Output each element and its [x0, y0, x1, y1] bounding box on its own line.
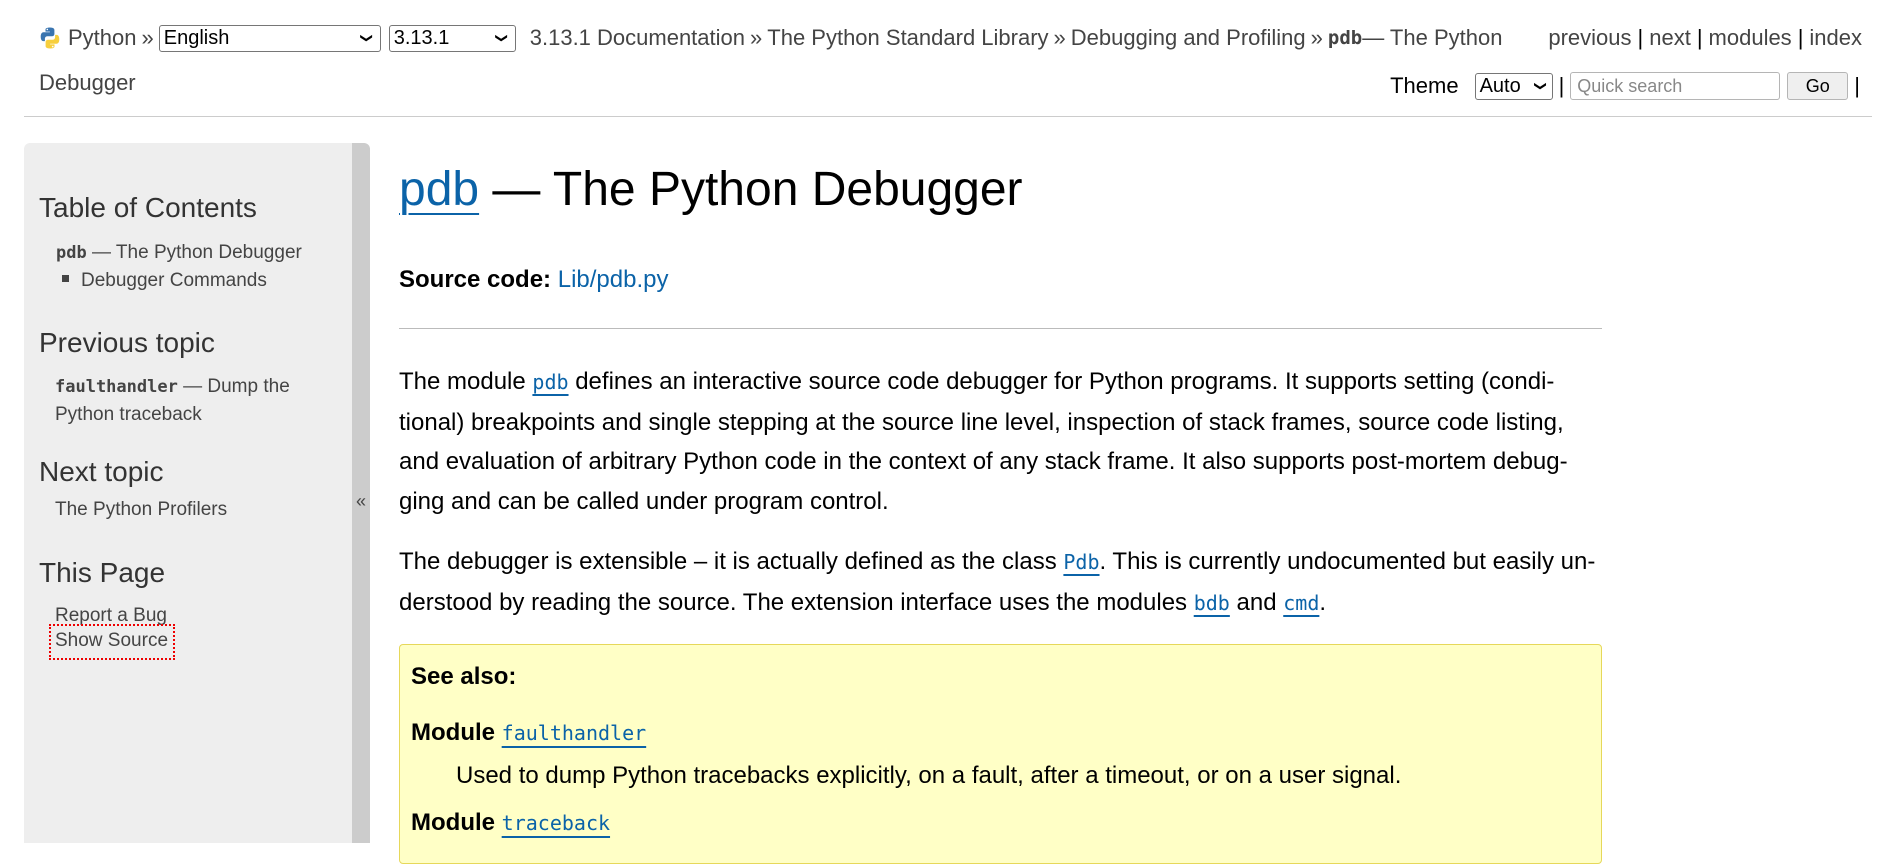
- breadcrumb-current-title-wrap: Debugger: [39, 70, 136, 95]
- next-topic-link[interactable]: The Python Profilers: [55, 499, 227, 521]
- pdb-class-link[interactable]: Pdb: [1063, 550, 1099, 574]
- header-divider: [24, 116, 1872, 117]
- nav-previous-link[interactable]: previous: [1548, 25, 1631, 51]
- nav-separator: |: [1797, 25, 1804, 50]
- bullet-icon: [62, 275, 69, 283]
- toc-heading: Table of Contents: [39, 192, 257, 223]
- theme-select-value: Auto: [1479, 74, 1521, 97]
- toc-subitem-label: Debugger Commands: [81, 270, 267, 291]
- see-also-item: Module traceback: [411, 809, 610, 837]
- toc-item-text: — The Python Debugger: [86, 242, 302, 263]
- chevron-down-icon: ❯: [494, 32, 509, 44]
- source-code-label: Source code:: [399, 266, 552, 293]
- breadcrumb-separator: »: [1053, 25, 1066, 50]
- see-also-item-label: Module: [411, 809, 495, 836]
- toc-item-code: pdb: [56, 243, 87, 263]
- text: and: [1229, 588, 1284, 616]
- bdb-module-link[interactable]: bdb: [1194, 591, 1230, 615]
- previous-topic-text-2: Python traceback: [55, 404, 202, 425]
- intro-paragraph: The module pdb defines an interactive so…: [399, 362, 1602, 521]
- breadcrumb-separator: »: [750, 25, 763, 50]
- theme-label: Theme: [1390, 73, 1459, 98]
- language-select[interactable]: English ❯: [158, 24, 381, 52]
- see-also-box: See also: Module faulthandler Used to du…: [399, 644, 1602, 864]
- this-page-heading: This Page: [39, 557, 166, 588]
- python-logo-icon[interactable]: [38, 26, 62, 50]
- nav-separator: |: [1696, 25, 1703, 50]
- chevron-down-icon: ❯: [359, 32, 374, 44]
- breadcrumb-current-title: — The Python: [1362, 25, 1503, 50]
- source-code-line: Source code: Lib/pdb.py: [399, 266, 668, 294]
- text: The debugger is extensible – it is actua…: [399, 548, 1064, 575]
- see-also-item-label: Module: [411, 719, 495, 746]
- previous-topic-link[interactable]: faulthandler — Dump the Python traceback: [55, 373, 290, 429]
- cmd-module-link[interactable]: cmd: [1283, 591, 1319, 615]
- breadcrumb-current-code: pdb: [1327, 27, 1363, 49]
- chevron-down-icon: ❯: [1533, 80, 1548, 92]
- double-chevron-left-icon: «: [355, 490, 366, 511]
- nav-next-link[interactable]: next: [1649, 25, 1691, 51]
- see-also-heading: See also:: [411, 663, 517, 690]
- extensibility-paragraph: The debugger is extensible – it is actua…: [399, 542, 1602, 623]
- text: .: [1319, 588, 1327, 616]
- previous-topic-text: — Dump the: [177, 376, 290, 397]
- text: defines an interactive source code debug…: [399, 368, 1568, 515]
- title-module-link[interactable]: pdb: [399, 163, 479, 216]
- source-code-link[interactable]: Lib/pdb.py: [558, 266, 669, 293]
- home-link[interactable]: Python: [68, 25, 137, 51]
- see-also-item-description: Used to dump Python tracebacks explicitl…: [456, 762, 1402, 789]
- sidebar-collapse-button[interactable]: «: [352, 143, 370, 843]
- previous-topic-code: faulthandler: [55, 377, 178, 397]
- text: The module: [399, 368, 533, 395]
- nav-index-link[interactable]: index: [1809, 25, 1862, 51]
- toc-item-debugger-commands[interactable]: Debugger Commands: [62, 270, 267, 292]
- theme-select[interactable]: Auto ❯: [1474, 72, 1553, 100]
- sidebar: Table of Contents pdb — The Python Debug…: [24, 143, 352, 843]
- breadcrumb-debugging-profiling[interactable]: Debugging and Profiling: [1071, 25, 1306, 51]
- title-text: — The Python Debugger: [479, 163, 1023, 216]
- separator: |: [1854, 73, 1860, 98]
- previous-topic-heading: Previous topic: [39, 327, 215, 358]
- see-also-item: Module faulthandler: [411, 719, 646, 747]
- breadcrumb-separator: »: [1310, 25, 1323, 50]
- pdb-module-link[interactable]: pdb: [532, 370, 568, 394]
- quick-search-placeholder: Quick search: [1577, 75, 1683, 96]
- search-go-button[interactable]: Go: [1787, 72, 1849, 100]
- language-select-value: English: [163, 26, 230, 49]
- faulthandler-module-link[interactable]: faulthandler: [502, 721, 647, 745]
- nav-modules-link[interactable]: modules: [1709, 25, 1792, 51]
- quick-search-input[interactable]: Quick search: [1570, 72, 1781, 100]
- section-divider: [399, 328, 1602, 329]
- toc-item-pdb[interactable]: pdb — The Python Debugger: [56, 242, 302, 264]
- next-topic-heading: Next topic: [39, 456, 164, 487]
- breadcrumb-documentation[interactable]: 3.13.1 Documentation: [530, 25, 745, 51]
- separator: |: [1558, 73, 1565, 98]
- page-title: pdb — The Python Debugger: [399, 162, 1023, 217]
- breadcrumb-standard-library[interactable]: The Python Standard Library: [767, 25, 1048, 51]
- version-select[interactable]: 3.13.1 ❯: [388, 24, 516, 52]
- related-nav: previous | next | modules | index: [1548, 22, 1862, 54]
- breadcrumb-separator: »: [141, 25, 154, 50]
- nav-separator: |: [1637, 25, 1644, 50]
- version-select-value: 3.13.1: [393, 26, 450, 49]
- header-breadcrumb-bar: Python » English ❯ 3.13.1 ❯ 3.13.1 Docum…: [38, 22, 1502, 54]
- traceback-module-link[interactable]: traceback: [502, 811, 610, 835]
- focus-outline: [49, 624, 175, 660]
- theme-search-bar: Theme Auto ❯ | Quick search Go |: [1390, 70, 1866, 102]
